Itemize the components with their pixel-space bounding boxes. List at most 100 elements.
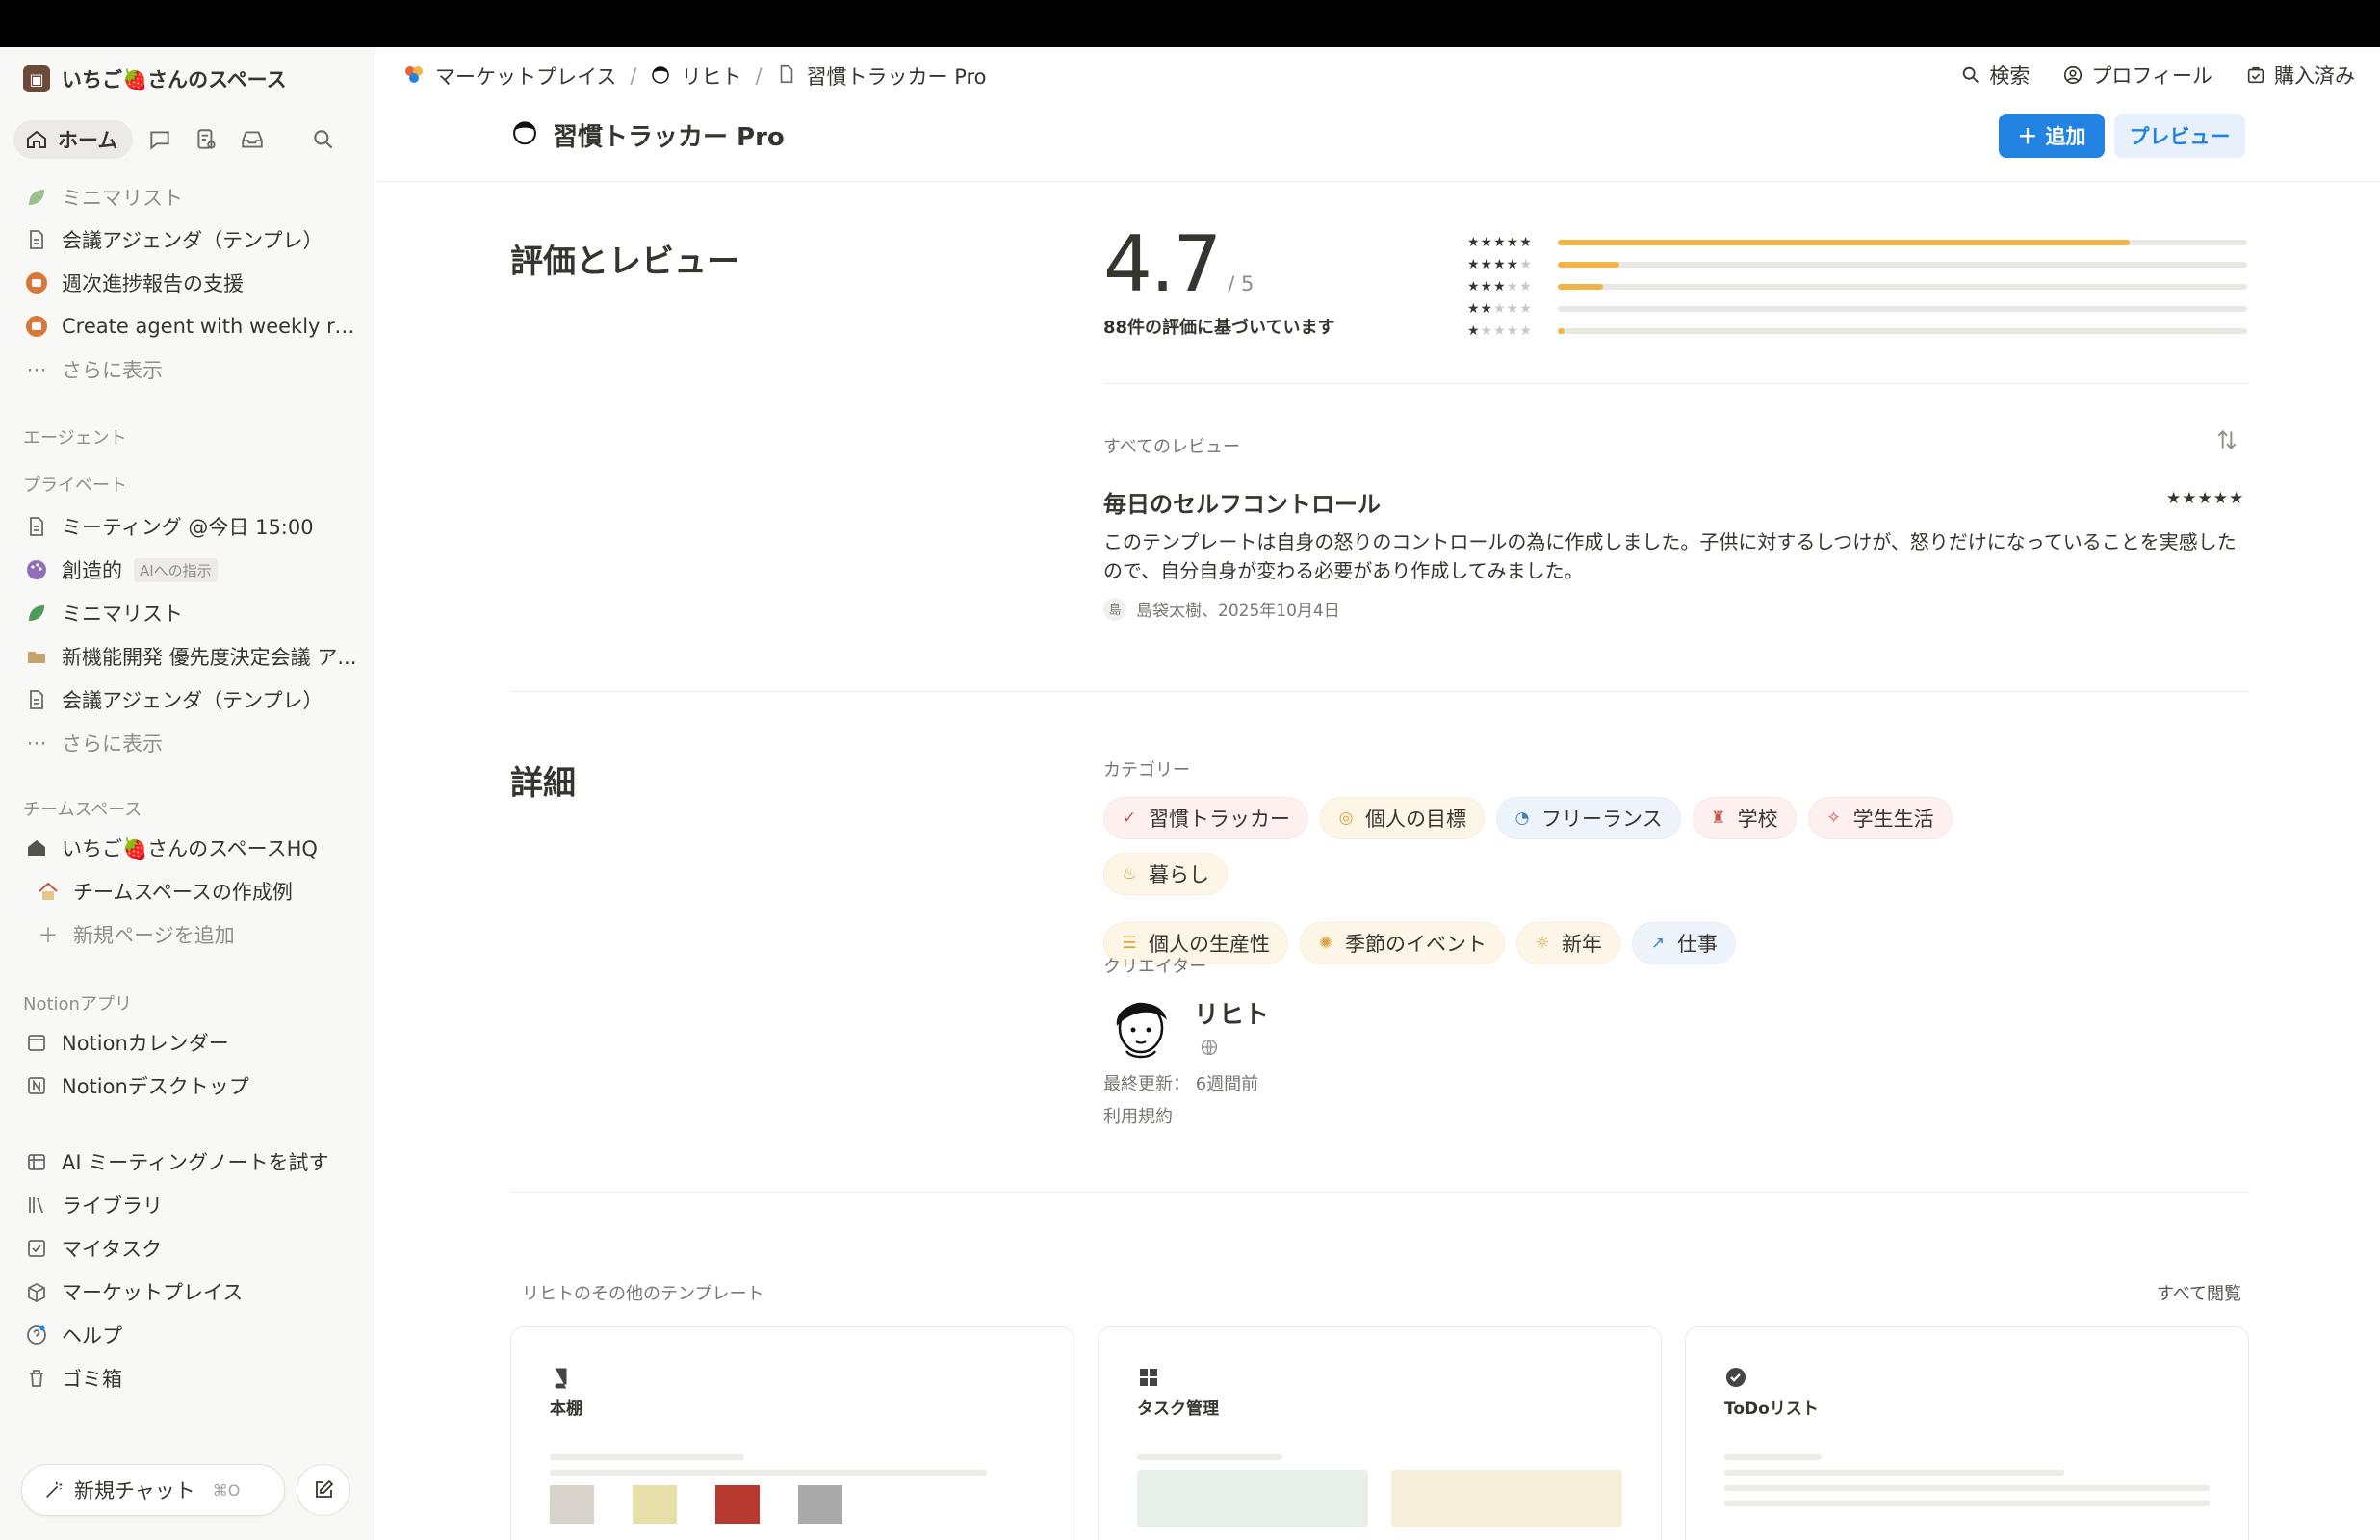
template-card-task-management[interactable]: タスク管理 <box>1098 1326 1662 1540</box>
creator-face-icon <box>650 63 671 90</box>
chat-icon[interactable] <box>141 120 179 159</box>
category-chip[interactable]: ✺ 季節のイベント <box>1300 922 1505 964</box>
workspace-name: いちご🍓さんのスペース <box>62 68 287 91</box>
breadcrumb-template[interactable]: 習慣トラッカー Pro <box>807 62 987 90</box>
purchased-button[interactable]: 購入済み <box>2245 61 2355 90</box>
sidebar-item-creative[interactable]: 創造的 AIへの指示 <box>23 549 362 591</box>
sidebar-item-agenda-recent[interactable]: 会議アジェンダ（テンプレ） <box>23 218 362 261</box>
page-icon <box>23 686 50 713</box>
sidebar-item-notion-desktop[interactable]: Notionデスクトップ <box>23 1065 362 1107</box>
breadcrumb-creator[interactable]: リヒト <box>681 62 741 90</box>
template-card-preview <box>1724 1454 2210 1540</box>
add-button[interactable]: ＋ 追加 <box>1999 114 2105 158</box>
category-label: 新年 <box>1562 933 1602 956</box>
ratings-section-title: 評価とレビュー <box>510 243 739 281</box>
sidebar-add-page[interactable]: ＋ 新規ページを追加 <box>35 913 362 956</box>
sidebar-item-ai-meeting[interactable]: AI ミーティングノートを試す <box>23 1141 362 1183</box>
new-chat-shortcut: ⌘O <box>212 1480 241 1500</box>
category-chip[interactable]: ✓ 習慣トラッカー <box>1103 797 1308 839</box>
category-chip[interactable]: ☼ 新年 <box>1516 922 1620 964</box>
sidebar-item-my-tasks[interactable]: マイタスク <box>23 1227 362 1270</box>
rating-distribution: ★★★★★ ★★★★★ ★★★★★ ★★★★★ ★★★★★ <box>1467 231 2247 342</box>
creator-label: クリエイター <box>1103 957 1207 977</box>
category-icon: ✺ <box>1318 934 1333 953</box>
sidebar: ▣ いちご🍓さんのスペース ホーム ミニマリスト 会議アジェンダ（テンプレ） 週… <box>0 47 375 1540</box>
template-card-name: タスク管理 <box>1137 1399 1219 1419</box>
sidebar-item-marketplace[interactable]: マーケットプレイス <box>23 1270 362 1313</box>
sort-icon[interactable] <box>2214 427 2239 452</box>
sidebar-item-minimalist[interactable]: ミニマリスト <box>23 592 362 634</box>
category-chip[interactable]: ✧ 学生生活 <box>1807 797 1953 839</box>
new-chat-label: 新規チャット <box>74 1479 195 1502</box>
home-button[interactable]: ホーム <box>13 120 134 159</box>
sidebar-item-trash[interactable]: ゴミ箱 <box>23 1357 362 1399</box>
sidebar-show-more-recent[interactable]: ⋯ さらに表示 <box>23 348 362 391</box>
more-dots-icon: ⋯ <box>26 358 47 381</box>
category-chip[interactable]: ◎ 個人の目標 <box>1320 797 1485 839</box>
star-rating-icon: ★★★★★ <box>1467 278 1533 295</box>
rating-bar-3-star: ★★★★★ <box>1467 275 2247 297</box>
workspace-switcher[interactable]: ▣ いちご🍓さんのスペース <box>23 64 287 93</box>
category-icon: ♜ <box>1710 808 1726 828</box>
marketplace-logo-icon <box>402 63 426 90</box>
grid-icon <box>1140 1369 1157 1386</box>
breadcrumb-marketplace[interactable]: マーケットプレイス <box>435 62 616 90</box>
more-dots-icon: ⋯ <box>26 732 47 755</box>
header-divider <box>375 181 2380 182</box>
category-chip[interactable]: ↗ 仕事 <box>1632 922 1736 964</box>
rating-bar-track <box>1558 305 2247 312</box>
new-chat-button[interactable]: 新規チャット ⌘O <box>21 1464 285 1516</box>
book-icon <box>555 1368 567 1389</box>
ratings-divider <box>1103 383 2249 384</box>
search-button[interactable]: 検索 <box>1960 61 2030 90</box>
view-all-link[interactable]: すべて閲覧 <box>2157 1280 2241 1305</box>
leaf-icon <box>23 184 50 211</box>
compose-button[interactable] <box>297 1464 350 1516</box>
rating-bar-track <box>1558 283 2247 290</box>
workspace-icon: ▣ <box>23 65 50 92</box>
plus-icon: ＋ <box>38 924 59 947</box>
category-chip[interactable]: ♜ 学校 <box>1692 797 1797 839</box>
last-updated: 最終更新： 6週間前 <box>1103 1074 1259 1094</box>
home-icon <box>23 834 50 861</box>
category-chips: ✓ 習慣トラッカー ◎ 個人の目標 ◔ フリーランス ♜ 学校 ✧ 学生生活 ♨ 暮らし ☰ 個人の生産性… <box>1103 797 2066 964</box>
sidebar-item-help[interactable]: ヘルプ <box>23 1314 362 1356</box>
template-card-todo[interactable]: ToDoリスト <box>1685 1326 2249 1540</box>
sidebar-item-library[interactable]: ライブラリ <box>23 1184 362 1226</box>
sidebar-item-notion-calendar[interactable]: Notionカレンダー <box>23 1021 362 1064</box>
sidebar-item-hq[interactable]: いちご🍓さんのスペースHQ <box>23 827 362 869</box>
purchased-icon <box>2247 66 2264 84</box>
sidebar-show-more-private[interactable]: ⋯ さらに表示 <box>23 722 362 764</box>
sidebar-item-meeting[interactable]: ミーティング @今日 15:00 <box>23 505 362 548</box>
review-title: 毎日のセルフコントロール <box>1103 491 1381 518</box>
globe-icon[interactable] <box>1200 1038 1219 1057</box>
sidebar-item-team-example[interactable]: チームスペースの作成例 <box>35 870 362 912</box>
teamspace-heading: チームスペース <box>23 800 142 820</box>
creator-avatar[interactable] <box>1107 988 1175 1061</box>
category-chip[interactable]: ◔ フリーランス <box>1496 797 1681 839</box>
category-icon: ✧ <box>1826 808 1841 828</box>
search-icon[interactable] <box>304 120 343 159</box>
inbox-icon[interactable] <box>233 120 272 159</box>
sidebar-item-create-agent[interactable]: Create agent with weekly rep... <box>23 305 362 347</box>
rating-bar-2-star: ★★★★★ <box>1467 297 2247 320</box>
rating-bar-track <box>1558 261 2247 268</box>
rating-out-of: / 5 <box>1228 272 1255 295</box>
rating-bar-fill <box>1558 239 2131 245</box>
calendar-grid-icon <box>23 1148 50 1175</box>
checkbox-icon <box>23 1235 50 1262</box>
template-card-bookshelf[interactable]: 本棚 <box>510 1326 1074 1540</box>
sidebar-item-minimalist-recent[interactable]: ミニマリスト <box>23 176 362 218</box>
sidebar-item-feature-meeting[interactable]: 新機能開発 優先度決定会議 ア... <box>23 635 362 678</box>
category-chip[interactable]: ♨ 暮らし <box>1103 853 1228 895</box>
creator-name[interactable]: リヒト <box>1194 995 1269 1031</box>
profile-button[interactable]: プロフィール <box>2062 61 2212 90</box>
calendar-icon <box>23 1029 50 1056</box>
sidebar-item-weekly-report[interactable]: 週次進捗報告の支援 <box>23 262 362 304</box>
sidebar-item-agenda[interactable]: 会議アジェンダ（テンプレ） <box>23 679 362 721</box>
terms-link[interactable]: 利用規約 <box>1103 1103 1173 1128</box>
section-divider <box>510 1192 2249 1193</box>
preview-button[interactable]: プレビュー <box>2114 114 2245 158</box>
meeting-notes-icon[interactable] <box>187 120 225 159</box>
details-section-title: 詳細 <box>510 764 576 803</box>
